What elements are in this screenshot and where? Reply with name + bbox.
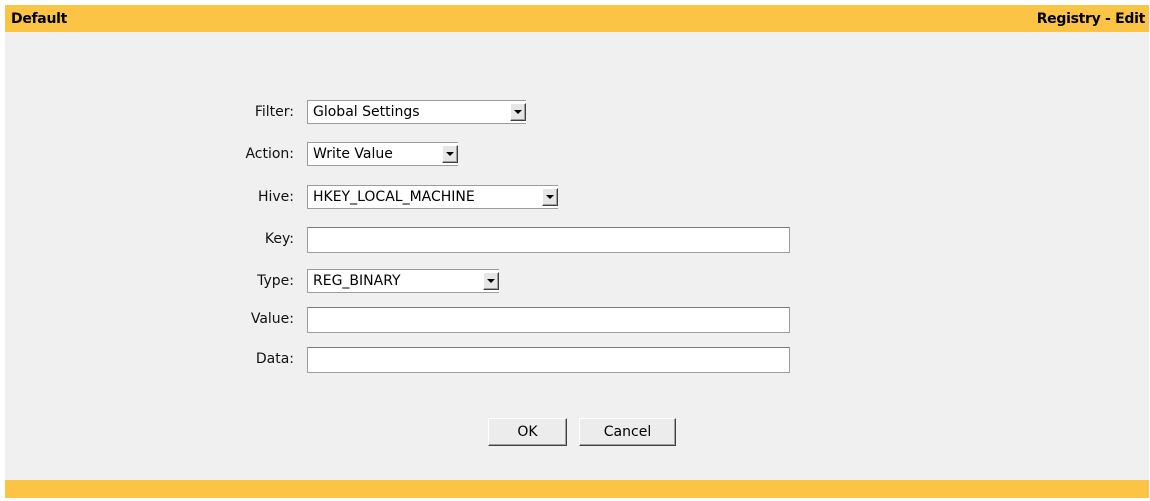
type-row: Type: REG_BINARY [5,269,499,293]
registry-edit-panel: Default Registry - Edit Filter: Global S… [5,5,1149,498]
hive-label: Hive: [257,189,294,205]
filter-row: Filter: Global Settings [5,100,526,124]
hive-select[interactable]: HKEY_LOCAL_MACHINE [307,185,558,209]
filter-select[interactable]: Global Settings [307,100,526,124]
value-input[interactable] [307,307,790,333]
page-title: Default [11,10,68,27]
filter-label: Filter: [254,104,294,120]
type-label: Type: [257,273,294,289]
data-label: Data: [255,351,294,367]
type-select[interactable]: REG_BINARY [307,269,499,293]
section-title: Registry - Edit [1036,10,1146,27]
type-selected-value: REG_BINARY [313,273,401,289]
data-input[interactable] [307,347,790,373]
action-select[interactable]: Write Value [307,142,458,166]
action-label: Action: [245,146,294,162]
footer-bar [5,480,1149,498]
value-label: Value: [250,311,294,327]
action-selected-value: Write Value [313,146,393,162]
chevron-down-icon[interactable] [542,188,558,206]
ok-button[interactable]: OK [488,418,567,446]
key-input[interactable] [307,227,790,253]
key-label: Key: [264,231,294,247]
title-bar: Default Registry - Edit [5,5,1149,32]
action-row: Action: Write Value [5,142,458,166]
hive-selected-value: HKEY_LOCAL_MACHINE [313,189,475,205]
chevron-down-icon[interactable] [442,145,458,163]
chevron-down-icon[interactable] [510,103,526,121]
cancel-button[interactable]: Cancel [579,418,676,446]
filter-selected-value: Global Settings [313,104,420,120]
hive-row: Hive: HKEY_LOCAL_MACHINE [5,185,558,209]
chevron-down-icon[interactable] [483,272,499,290]
